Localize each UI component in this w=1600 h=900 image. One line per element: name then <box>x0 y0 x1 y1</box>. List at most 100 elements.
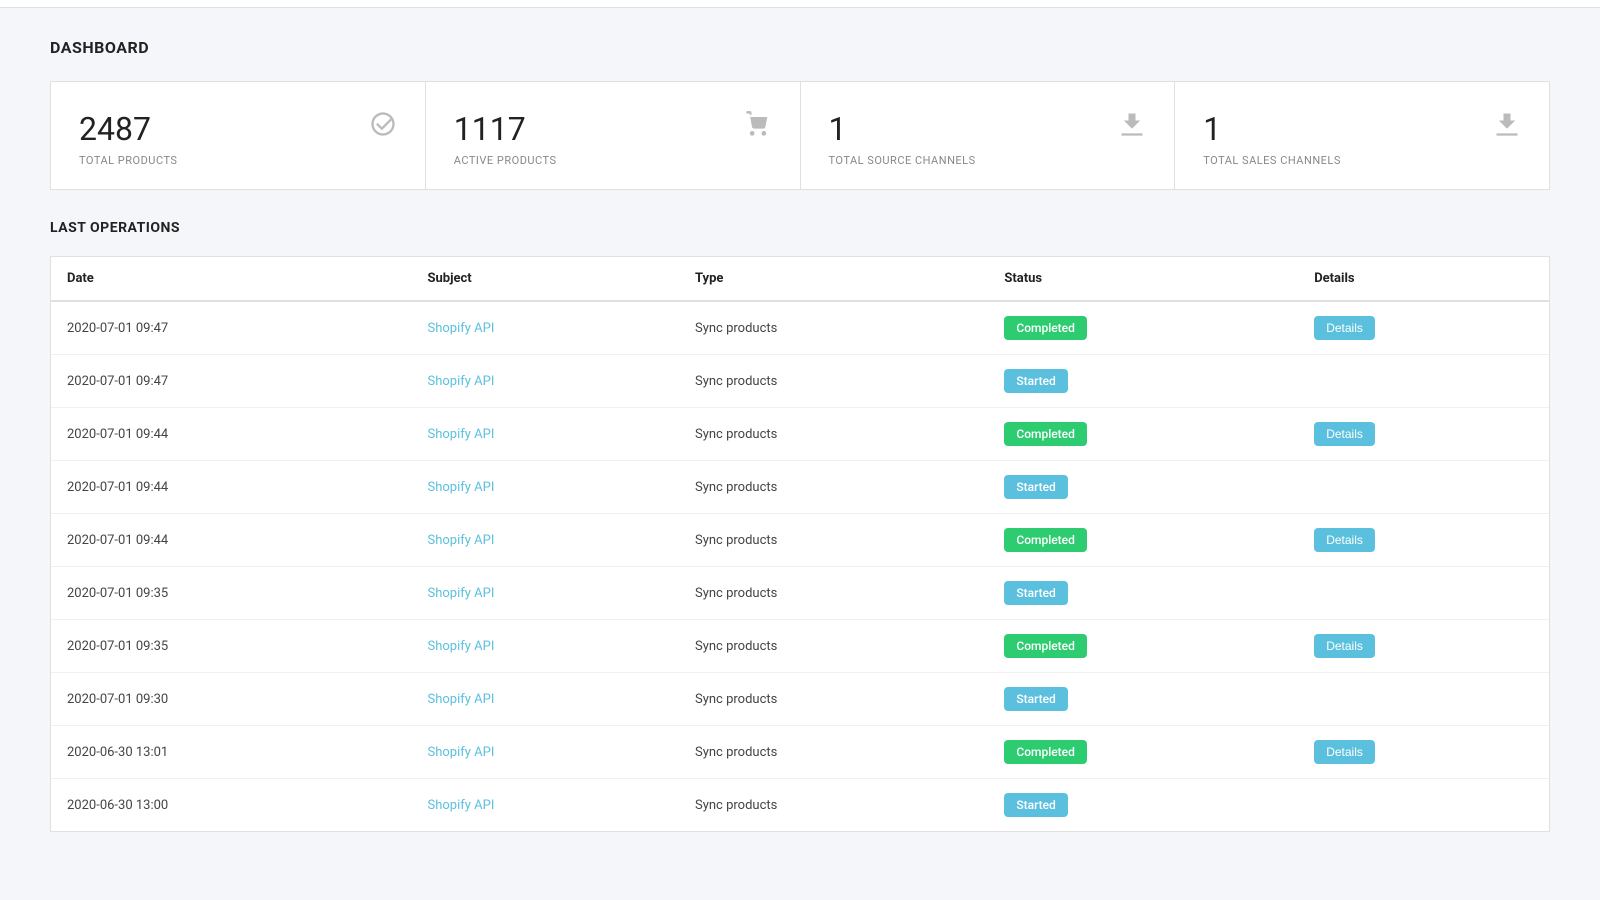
subject-link[interactable]: Shopify API <box>427 798 494 813</box>
cell-type: Sync products <box>679 726 988 779</box>
cell-date: 2020-07-01 09:47 <box>51 301 411 355</box>
cell-subject[interactable]: Shopify API <box>411 301 679 355</box>
active-products-label: ACTIVE PRODUCTS <box>454 154 772 167</box>
cell-details <box>1298 567 1549 620</box>
cell-date: 2020-07-01 09:35 <box>51 567 411 620</box>
status-badge: Completed <box>1004 528 1087 552</box>
download-icon <box>1118 110 1146 145</box>
cell-date: 2020-07-01 09:35 <box>51 620 411 673</box>
cell-date: 2020-07-01 09:47 <box>51 355 411 408</box>
operations-table: Date Subject Type Status Details 2020-07… <box>51 257 1549 831</box>
col-header-date: Date <box>51 257 411 301</box>
details-button[interactable]: Details <box>1314 316 1375 340</box>
status-badge: Started <box>1004 369 1067 393</box>
cell-details <box>1298 355 1549 408</box>
col-header-type: Type <box>679 257 988 301</box>
subject-link[interactable]: Shopify API <box>427 639 494 654</box>
col-header-details: Details <box>1298 257 1549 301</box>
total-products-number: 2487 <box>79 110 397 148</box>
cell-status: Completed <box>988 620 1298 673</box>
table-row: 2020-07-01 09:35Shopify APISync products… <box>51 567 1549 620</box>
details-button[interactable]: Details <box>1314 422 1375 446</box>
cell-subject[interactable]: Shopify API <box>411 779 679 832</box>
cell-subject[interactable]: Shopify API <box>411 408 679 461</box>
table-row: 2020-06-30 13:00 Shopify API Sync products… <box>51 779 1549 832</box>
cell-details[interactable]: Details <box>1298 408 1549 461</box>
cell-status: Completed <box>988 408 1298 461</box>
details-button[interactable]: Details <box>1314 634 1375 658</box>
cell-type: Sync products <box>679 461 988 514</box>
cell-date: 2020-07-01 09:44 <box>51 514 411 567</box>
cell-subject[interactable]: Shopify API <box>411 355 679 408</box>
cell-details[interactable]: Details <box>1298 726 1549 779</box>
table-row: 2020-07-01 09:44Shopify APISync products… <box>51 461 1549 514</box>
active-products-number: 1117 <box>454 110 772 148</box>
stat-card-sales-channels: 1 TOTAL SALES CHANNELS <box>1175 82 1549 189</box>
table-row: 2020-07-01 09:47 Shopify API Sync products… <box>51 355 1549 408</box>
subject-link[interactable]: Shopify API <box>427 533 494 548</box>
status-badge: Started <box>1004 793 1067 817</box>
table-row: 2020-07-01 09:30Shopify APISync products… <box>51 673 1549 726</box>
cell-status: Completed <box>988 514 1298 567</box>
status-badge: Completed <box>1004 316 1087 340</box>
status-badge: Started <box>1004 475 1067 499</box>
cell-date: 2020-06-30 13:00 <box>51 779 411 832</box>
cell-type: Sync products <box>679 355 988 408</box>
cell-status: Completed <box>988 301 1298 355</box>
col-header-subject: Subject <box>411 257 679 301</box>
subject-link[interactable]: Shopify API <box>427 586 494 601</box>
top-bar <box>0 0 1600 8</box>
table-row: 2020-07-01 09:44 Shopify API Sync products… <box>51 514 1549 567</box>
subject-link[interactable]: Shopify API <box>427 374 494 389</box>
cell-details <box>1298 461 1549 514</box>
table-row: 2020-07-01 09:44Shopify APISync products… <box>51 408 1549 461</box>
subject-link[interactable]: Shopify API <box>427 321 494 336</box>
cell-details[interactable]: Details <box>1298 620 1549 673</box>
operations-table-container: Date Subject Type Status Details 2020-07… <box>50 256 1550 832</box>
cell-subject[interactable]: Shopify API <box>411 514 679 567</box>
status-badge: Completed <box>1004 634 1087 658</box>
cell-subject[interactable]: Shopify API <box>411 620 679 673</box>
cell-type: Sync products <box>679 514 988 567</box>
source-channels-label: TOTAL SOURCE CHANNELS <box>829 154 1147 167</box>
table-row: 2020-07-01 09:47Shopify APISync products… <box>51 301 1549 355</box>
status-badge: Completed <box>1004 740 1087 764</box>
details-button[interactable]: Details <box>1314 740 1375 764</box>
cell-subject[interactable]: Shopify API <box>411 726 679 779</box>
table-row: 2020-06-30 13:01 Shopify API Sync products… <box>51 726 1549 779</box>
cell-subject[interactable]: Shopify API <box>411 567 679 620</box>
table-row: 2020-07-01 09:35 Shopify API Sync products… <box>51 620 1549 673</box>
total-products-label: TOTAL PRODUCTS <box>79 154 397 167</box>
page-title: DASHBOARD <box>50 38 1550 57</box>
cell-details[interactable]: Details <box>1298 514 1549 567</box>
cell-status: Started <box>988 673 1298 726</box>
sales-icon <box>1493 110 1521 145</box>
subject-link[interactable]: Shopify API <box>427 480 494 495</box>
status-badge: Completed <box>1004 422 1087 446</box>
table-header-row: Date Subject Type Status Details <box>51 257 1549 301</box>
subject-link[interactable]: Shopify API <box>427 427 494 442</box>
check-circle-icon <box>369 110 397 145</box>
cell-subject[interactable]: Shopify API <box>411 673 679 726</box>
details-button[interactable]: Details <box>1314 528 1375 552</box>
last-operations-title: LAST OPERATIONS <box>50 220 1550 236</box>
cell-status: Completed <box>988 726 1298 779</box>
cell-date: 2020-07-01 09:30 <box>51 673 411 726</box>
stat-card-source-channels: 1 TOTAL SOURCE CHANNELS <box>801 82 1176 189</box>
sales-channels-number: 1 <box>1203 110 1521 148</box>
cell-date: 2020-06-30 13:01 <box>51 726 411 779</box>
stat-card-total-products: 2487 TOTAL PRODUCTS <box>51 82 426 189</box>
cell-subject[interactable]: Shopify API <box>411 461 679 514</box>
status-badge: Started <box>1004 687 1067 711</box>
cart-icon <box>744 110 772 145</box>
stats-row: 2487 TOTAL PRODUCTS 1117 ACTIVE PRODUCTS… <box>50 81 1550 190</box>
cell-type: Sync products <box>679 620 988 673</box>
cell-status: Started <box>988 567 1298 620</box>
cell-details <box>1298 779 1549 832</box>
cell-details[interactable]: Details <box>1298 301 1549 355</box>
cell-type: Sync products <box>679 779 988 832</box>
subject-link[interactable]: Shopify API <box>427 692 494 707</box>
cell-status: Started <box>988 355 1298 408</box>
stat-card-active-products: 1117 ACTIVE PRODUCTS <box>426 82 801 189</box>
subject-link[interactable]: Shopify API <box>427 745 494 760</box>
